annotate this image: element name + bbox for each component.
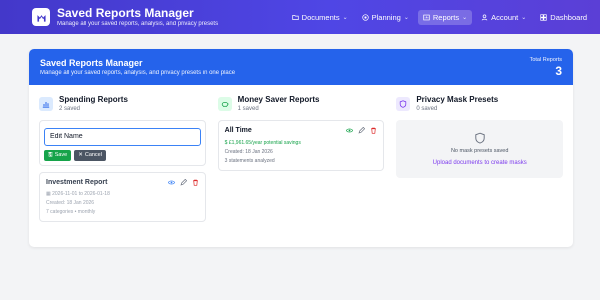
save-icon: 🖫 bbox=[48, 151, 53, 158]
nav-account[interactable]: Account ⌄ bbox=[476, 10, 531, 25]
page-subtitle: Manage all your saved reports, analysis,… bbox=[40, 70, 236, 76]
total-reports: Total Reports 3 bbox=[530, 57, 562, 78]
app-subtitle: Manage all your saved reports, analysis,… bbox=[57, 20, 219, 27]
trash-icon[interactable] bbox=[370, 127, 377, 134]
trash-icon[interactable] bbox=[192, 179, 199, 186]
report-card-all-time[interactable]: All Time $ £1,961.65/year potential savi… bbox=[217, 120, 385, 171]
privacy-count: 0 saved bbox=[416, 106, 438, 112]
rename-form: 🖫 Save ✕ Cancel bbox=[39, 120, 206, 166]
total-reports-label: Total Reports bbox=[529, 56, 562, 63]
report-name-input[interactable] bbox=[44, 127, 201, 146]
chevron-down-icon: ⌄ bbox=[342, 14, 348, 21]
top-nav: Saved Reports Manager Manage all your sa… bbox=[0, 0, 600, 34]
spending-count: 2 saved bbox=[59, 106, 81, 112]
report-created: Created: 18 Jan 2026 bbox=[224, 149, 273, 155]
save-label: Save bbox=[54, 152, 68, 158]
folder-icon bbox=[292, 14, 299, 20]
money-saver-column: Money Saver Reports 1 saved All Time $ £… bbox=[217, 95, 385, 222]
spending-reports-column: Spending Reports 2 saved 🖫 Save ✕ Cancel bbox=[39, 95, 206, 222]
empty-state: No mask presets saved Upload documents t… bbox=[396, 120, 564, 178]
app-logo[interactable] bbox=[32, 8, 50, 26]
brand: Saved Reports Manager Manage all your sa… bbox=[57, 7, 218, 28]
nav-planning-label: Planning bbox=[371, 12, 401, 22]
nav-planning[interactable]: Planning ⌄ bbox=[357, 10, 414, 25]
reports-manager-card: Saved Reports Manager Manage all your sa… bbox=[29, 49, 573, 247]
money-saver-count: 1 saved bbox=[237, 106, 259, 112]
potential-savings-text: £1,961.65/year potential savings bbox=[228, 140, 301, 146]
save-button[interactable]: 🖫 Save bbox=[44, 149, 72, 161]
report-dates-text: 2026-11-01 to 2026-01-18 bbox=[52, 190, 110, 197]
page-banner: Saved Reports Manager Manage all your sa… bbox=[29, 49, 573, 85]
nav-links: Documents ⌄ Planning ⌄ Reports ⌄ Account… bbox=[287, 9, 592, 25]
spending-title: Spending Reports bbox=[59, 95, 128, 104]
app-title: Saved Reports Manager bbox=[57, 5, 194, 20]
chevron-down-icon: ⌄ bbox=[521, 14, 527, 21]
pencil-icon[interactable] bbox=[358, 127, 366, 134]
cancel-button[interactable]: ✕ Cancel bbox=[74, 149, 106, 161]
target-icon bbox=[361, 13, 369, 21]
report-dates: ▦ 2026-11-01 to 2026-01-18 bbox=[46, 191, 199, 197]
privacy-title: Privacy Mask Presets bbox=[416, 95, 499, 104]
user-icon bbox=[481, 14, 488, 20]
empty-state-text: No mask presets saved bbox=[450, 148, 509, 154]
report-details: 7 categories • monthly bbox=[46, 208, 96, 215]
nav-reports-label: Reports bbox=[432, 12, 460, 22]
nav-account-label: Account bbox=[491, 12, 519, 22]
nav-dashboard[interactable]: Dashboard bbox=[535, 10, 592, 25]
dollar-icon: $ bbox=[224, 140, 228, 146]
shield-icon bbox=[396, 96, 411, 111]
chevron-down-icon: ⌄ bbox=[403, 14, 409, 21]
shield-icon bbox=[474, 132, 485, 144]
chevron-down-icon: ⌄ bbox=[462, 14, 468, 21]
eye-icon[interactable] bbox=[346, 127, 354, 134]
upload-documents-link[interactable]: Upload documents to create masks bbox=[433, 160, 527, 166]
report-created: Created: 18 Jan 2026 bbox=[46, 199, 95, 206]
report-title: All Time bbox=[224, 127, 252, 134]
nav-documents-label: Documents bbox=[301, 12, 340, 22]
potential-savings: $ £1,961.65/year potential savings bbox=[225, 140, 378, 146]
statements-analyzed: 3 statements analyzed bbox=[224, 158, 275, 164]
report-icon bbox=[423, 14, 430, 20]
calendar-icon: ▦ bbox=[46, 190, 51, 197]
total-reports-value: 3 bbox=[555, 63, 562, 78]
nav-dashboard-label: Dashboard bbox=[550, 12, 587, 22]
privacy-presets-column: Privacy Mask Presets 0 saved No mask pre… bbox=[396, 95, 564, 222]
dashboard-icon bbox=[540, 13, 547, 21]
report-card-investment[interactable]: Investment Report ▦ 2026-11-01 to 2026-0… bbox=[39, 171, 206, 222]
close-icon: ✕ bbox=[78, 152, 83, 158]
piggy-bank-icon bbox=[217, 96, 232, 111]
money-saver-title: Money Saver Reports bbox=[237, 95, 320, 104]
bar-chart-icon bbox=[39, 96, 53, 111]
pencil-icon[interactable] bbox=[180, 178, 187, 186]
nav-documents[interactable]: Documents ⌄ bbox=[287, 10, 353, 25]
eye-icon[interactable] bbox=[167, 179, 175, 186]
cancel-label: Cancel bbox=[84, 152, 102, 158]
nav-reports[interactable]: Reports ⌄ bbox=[417, 9, 473, 25]
page-title: Saved Reports Manager bbox=[40, 58, 143, 68]
report-title: Investment Report bbox=[46, 178, 108, 186]
